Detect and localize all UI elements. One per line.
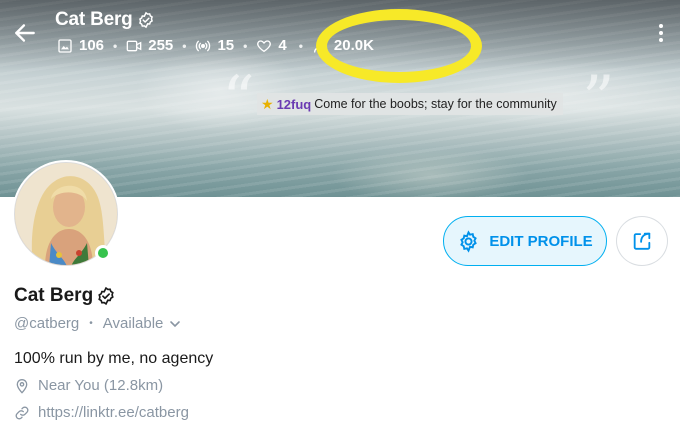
stat-videos-count: 255	[148, 37, 174, 54]
profile-name-row: Cat Berg	[14, 285, 116, 307]
profile-name: Cat Berg	[14, 285, 94, 306]
stat-streams-count: 15	[217, 37, 235, 54]
profile-handle: @catberg	[14, 315, 80, 332]
stat-separator: •	[182, 38, 187, 53]
more-vertical-icon[interactable]	[653, 22, 669, 44]
edit-profile-button[interactable]: EDIT PROFILE	[443, 216, 607, 266]
share-button[interactable]	[616, 216, 668, 266]
stat-separator: •	[243, 38, 248, 53]
stat-separator: •	[298, 38, 303, 53]
online-status-indicator	[95, 245, 111, 261]
banner-username: 12fuq	[276, 96, 312, 112]
stream-icon	[196, 40, 211, 51]
link-icon	[15, 406, 29, 419]
verified-icon	[98, 286, 114, 306]
cover-banner: ★ 12fuq Come for the boobs; stay for the…	[257, 93, 563, 115]
availability-dropdown[interactable]: Available	[103, 315, 182, 332]
header-title-row: Cat Berg	[55, 9, 155, 31]
stat-likes-count: 4	[278, 37, 287, 54]
profile-bio: 100% run by me, no agency	[14, 350, 214, 367]
verified-icon	[138, 11, 153, 29]
availability-label: Available	[102, 315, 164, 332]
website-link-row: https://linktr.ee/catberg	[14, 404, 189, 421]
annotation-highlight-circle	[316, 9, 482, 83]
open-quote-mark: “	[222, 63, 255, 137]
stat-likes[interactable]: 4	[256, 37, 287, 54]
chevron-down-icon	[170, 320, 181, 327]
edit-profile-label: EDIT PROFILE	[489, 232, 593, 250]
stat-photos[interactable]: 106	[57, 37, 104, 54]
star-icon: ★	[261, 95, 274, 112]
close-quote-mark: ”	[582, 63, 615, 137]
share-icon	[633, 232, 651, 250]
header-title: Cat Berg	[55, 9, 133, 30]
stat-separator: •	[113, 38, 118, 53]
image-icon	[58, 38, 72, 53]
gear-icon	[460, 229, 478, 253]
banner-message: Come for the boobs; stay for the communi…	[314, 97, 557, 111]
video-icon	[126, 40, 142, 51]
stat-videos[interactable]: 255	[126, 37, 173, 54]
profile-location: Near You (12.8km)	[38, 377, 164, 394]
stat-photos-count: 106	[79, 37, 105, 54]
location-pin-icon	[16, 378, 28, 394]
location-row: Near You (12.8km)	[14, 377, 163, 394]
back-arrow-icon[interactable]	[12, 20, 38, 46]
handle-row: @catberg • Available	[14, 315, 181, 332]
profile-website-link[interactable]: https://linktr.ee/catberg	[38, 404, 189, 421]
handle-separator: •	[89, 318, 93, 329]
heart-icon	[257, 39, 272, 52]
stat-streams[interactable]: 15	[195, 37, 234, 54]
